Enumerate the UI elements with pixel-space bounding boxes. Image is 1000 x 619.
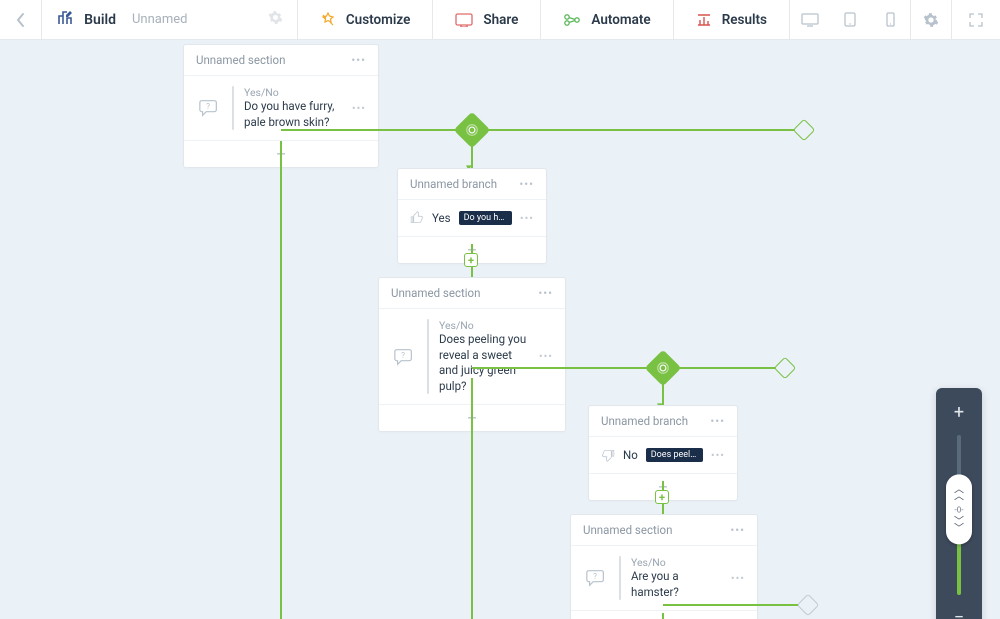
connector-line <box>662 613 664 619</box>
question-more-button[interactable]: ••• <box>731 572 745 585</box>
branch-condition-pill: Does peeling you reveal a swee… <box>646 448 703 462</box>
settings-button[interactable] <box>911 12 951 28</box>
question-more-button[interactable]: ••• <box>352 102 366 115</box>
gear-icon <box>923 12 939 28</box>
section-title: Unnamed section <box>391 286 480 300</box>
svg-text:?: ? <box>593 572 597 582</box>
project-name: Unnamed <box>132 12 188 27</box>
thumbs-down-icon <box>601 445 615 465</box>
branch-end-diamond-inactive[interactable] <box>797 594 820 617</box>
add-node-button[interactable]: + <box>464 253 478 267</box>
section-title: Unnamed section <box>196 53 285 67</box>
zoom-in-button[interactable]: + <box>950 398 968 427</box>
chevron-left-icon <box>16 12 26 28</box>
section-title: Unnamed section <box>583 523 672 537</box>
device-tablet-button[interactable] <box>830 12 870 27</box>
tab-results[interactable]: Results <box>674 0 790 39</box>
add-node-button[interactable]: + <box>655 490 669 504</box>
results-icon <box>696 13 712 27</box>
connector-line <box>280 141 282 619</box>
more-button[interactable]: ••• <box>519 177 534 191</box>
branch-condition-row[interactable]: Yes Do you have furry, pale brown … ••• <box>398 199 546 236</box>
automate-icon <box>563 13 581 27</box>
add-question-button[interactable]: + <box>571 610 757 619</box>
tab-customize[interactable]: Customize <box>298 0 434 39</box>
zoom-handle[interactable]: ︿ ︿ -0- ﹀ ﹀ <box>946 474 972 544</box>
customize-icon <box>320 12 336 28</box>
question-icon: ? <box>583 565 609 591</box>
connector-line <box>471 378 473 619</box>
branch-title: Unnamed branch <box>601 414 688 428</box>
tab-share[interactable]: Share <box>433 0 541 39</box>
branch-condition-row[interactable]: No Does peeling you reveal a swee… ••• <box>589 436 737 473</box>
project-settings-button[interactable] <box>268 10 283 29</box>
question-text: Does peeling you reveal a sweet and juic… <box>439 332 529 394</box>
desktop-icon <box>801 13 819 27</box>
chevron-down-icon: ﹀ <box>954 524 964 534</box>
question-type: Yes/No <box>244 86 342 99</box>
fullscreen-button[interactable] <box>952 13 1000 27</box>
question-type: Yes/No <box>631 556 721 569</box>
tab-share-label: Share <box>483 12 518 28</box>
svg-text:?: ? <box>401 350 405 360</box>
tab-automate[interactable]: Automate <box>541 0 673 39</box>
build-icon <box>56 9 74 31</box>
connector-line <box>663 604 807 606</box>
svg-text:?: ? <box>206 102 210 112</box>
build-label: Build <box>84 12 116 28</box>
connector-line <box>281 129 801 131</box>
question-icon: ? <box>196 95 222 121</box>
branch-condition-pill: Do you have furry, pale brown … <box>459 211 512 225</box>
question-text: Do you have furry, pale brown skin? <box>244 99 342 130</box>
branch-end-diamond[interactable] <box>793 119 816 142</box>
question-type: Yes/No <box>439 319 529 332</box>
tab-customize-label: Customize <box>346 12 411 28</box>
question-more-button[interactable]: ••• <box>539 350 553 363</box>
device-switcher <box>790 0 1000 39</box>
condition-more-button[interactable]: ••• <box>520 212 534 225</box>
tablet-icon <box>844 12 856 27</box>
device-desktop-button[interactable] <box>790 13 830 27</box>
tab-results-label: Results <box>722 12 767 28</box>
more-button[interactable]: ••• <box>730 523 745 537</box>
top-bar: Build Unnamed Customize Share Automate R… <box>0 0 1000 40</box>
more-button[interactable]: ••• <box>710 414 725 428</box>
branch-answer: Yes <box>432 211 451 225</box>
connector-line <box>472 367 784 369</box>
zoom-level: -0- <box>955 505 964 514</box>
gear-icon <box>268 10 283 25</box>
condition-more-button[interactable]: ••• <box>711 449 725 462</box>
expand-icon <box>969 13 983 27</box>
device-mobile-button[interactable] <box>870 12 910 27</box>
more-button[interactable]: ••• <box>538 286 553 300</box>
zoom-control: + ︿ ︿ -0- ﹀ ﹀ − <box>936 388 982 619</box>
branch-answer: No <box>623 448 638 462</box>
chevron-up-icon: ︿ <box>954 492 964 502</box>
flow-canvas[interactable]: Unnamed section ••• ? Yes/No Do you have… <box>0 40 1000 619</box>
zoom-slider[interactable]: ︿ ︿ -0- ﹀ ﹀ <box>957 435 961 595</box>
zoom-out-button[interactable]: − <box>950 603 968 619</box>
back-button[interactable] <box>0 0 42 39</box>
thumbs-up-icon <box>410 208 424 228</box>
tab-automate-label: Automate <box>591 12 650 28</box>
question-text: Are you a hamster? <box>631 569 721 600</box>
mobile-icon <box>886 12 895 27</box>
build-tab[interactable]: Build Unnamed <box>42 0 298 39</box>
branch-title: Unnamed branch <box>410 177 497 191</box>
more-button[interactable]: ••• <box>351 53 366 67</box>
share-icon <box>455 13 473 27</box>
question-icon: ? <box>391 344 417 370</box>
branch-end-diamond[interactable] <box>774 357 797 380</box>
question-row[interactable]: ? Yes/No Are you a hamster? ••• <box>571 545 757 610</box>
